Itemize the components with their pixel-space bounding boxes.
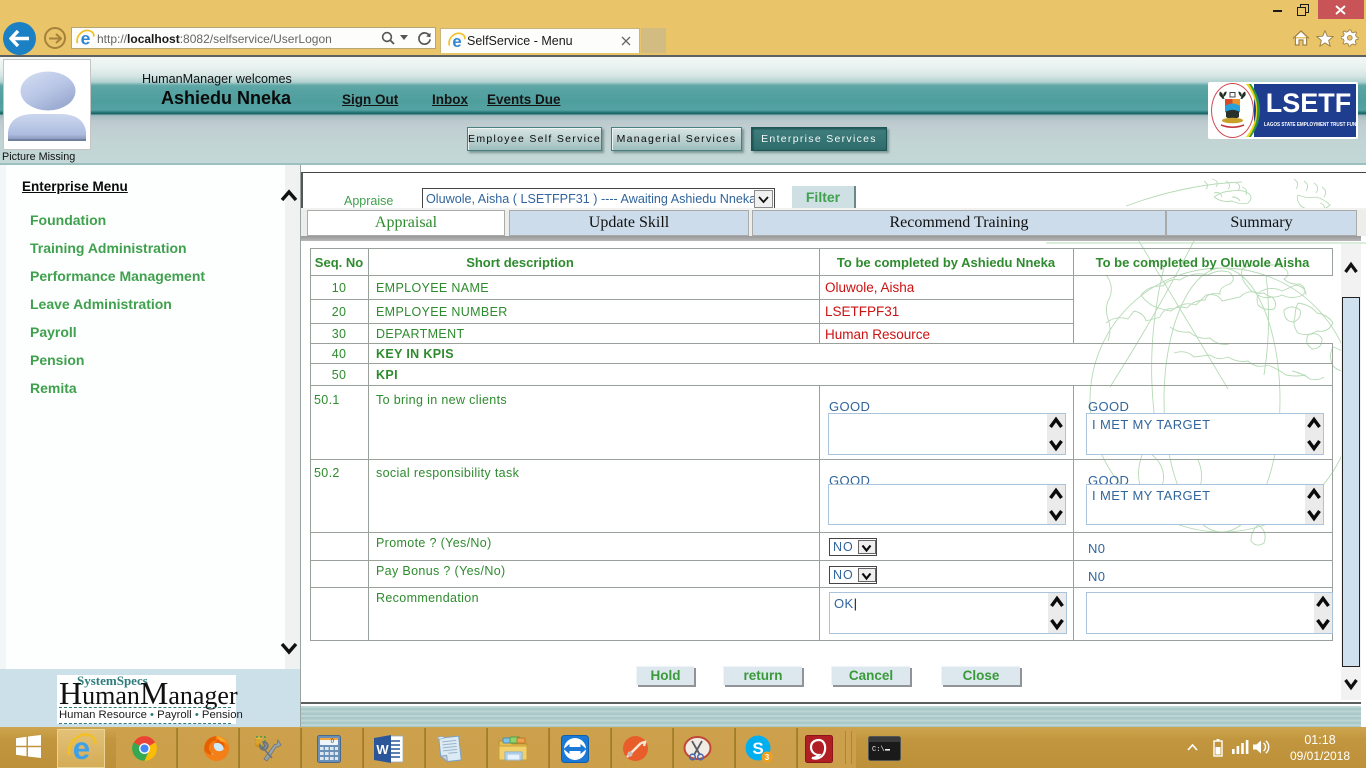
- svg-text:W: W: [376, 742, 389, 757]
- svg-text:C:\: C:\: [872, 746, 885, 754]
- svg-text:3: 3: [765, 753, 770, 762]
